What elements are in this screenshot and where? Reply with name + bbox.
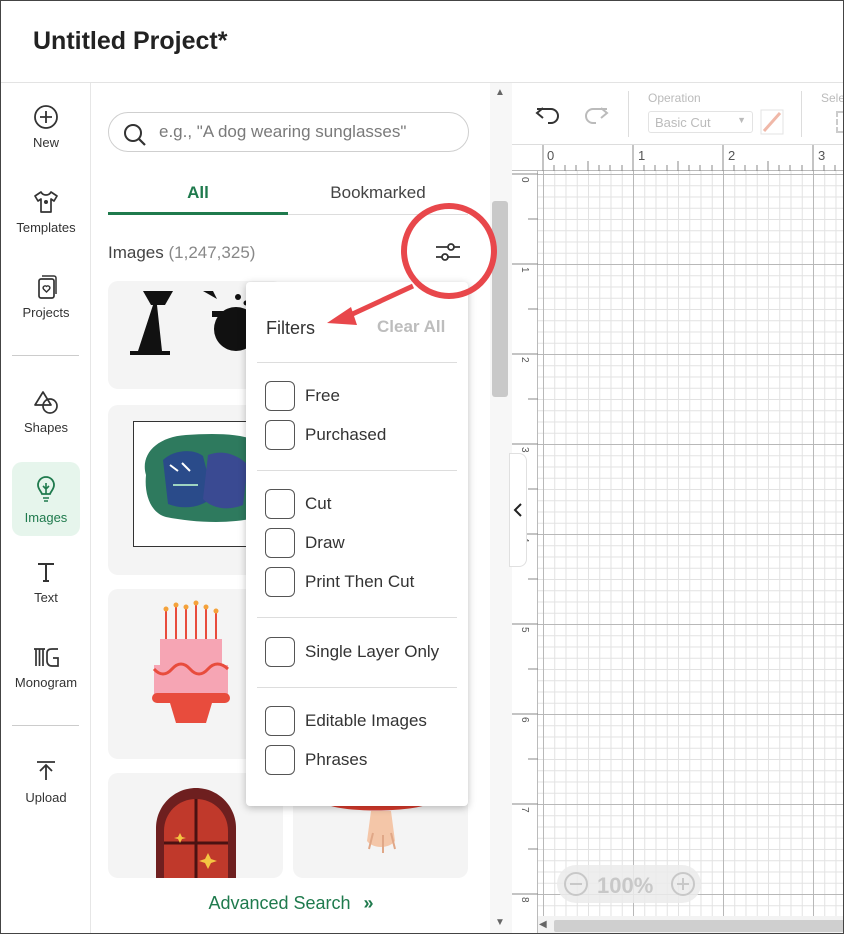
- checkbox[interactable]: [265, 381, 295, 411]
- filter-option-draw[interactable]: Draw: [265, 528, 465, 558]
- nav-label: Monogram: [14, 675, 78, 690]
- clear-all-button[interactable]: Clear All: [377, 317, 445, 337]
- scroll-down-arrow-icon[interactable]: ▼: [492, 917, 508, 928]
- images-label: Images: [108, 243, 164, 262]
- filters-divider: [257, 687, 457, 688]
- monogram-icon: [34, 648, 59, 667]
- images-count-label: Images (1,247,325): [108, 243, 255, 263]
- nav-label: Text: [34, 590, 58, 605]
- filter-option-label: Draw: [305, 533, 345, 552]
- tshirt-icon: [34, 191, 58, 213]
- nav-projects[interactable]: Projects: [12, 273, 80, 347]
- nav-upload[interactable]: Upload: [12, 758, 80, 832]
- filter-option-label: Free: [305, 386, 340, 405]
- nav-divider: [12, 355, 79, 356]
- tab-bookmarked[interactable]: Bookmarked: [288, 179, 468, 215]
- checkbox[interactable]: [265, 745, 295, 775]
- design-canvas-grid[interactable]: [538, 171, 843, 933]
- checkbox[interactable]: [265, 567, 295, 597]
- canvas-hscroll-thumb[interactable]: [554, 920, 843, 932]
- toolbar-divider: [628, 91, 629, 137]
- operation-value: Basic Cut: [655, 115, 711, 130]
- nav-label: Upload: [25, 790, 67, 805]
- filter-option-cut[interactable]: Cut: [265, 489, 465, 519]
- filter-option-label: Phrases: [305, 750, 368, 769]
- search-icon[interactable]: [122, 122, 148, 148]
- redo-icon[interactable]: [582, 103, 610, 127]
- plus-circle-icon: [34, 105, 58, 129]
- images-count: (1,247,325): [168, 243, 256, 262]
- top-bar: Untitled Project*: [1, 1, 843, 83]
- line-color-swatch-icon[interactable]: [760, 109, 784, 135]
- search-input[interactable]: [159, 121, 459, 143]
- select-all-icon[interactable]: [836, 111, 843, 133]
- advanced-search-link[interactable]: Advanced Search »: [91, 878, 491, 933]
- filter-option-label: Editable Images: [305, 711, 427, 730]
- zoom-level: 100%: [597, 873, 654, 898]
- filter-sliders-icon[interactable]: [435, 239, 461, 265]
- filter-option-print-then-cut[interactable]: Print Then Cut: [265, 567, 465, 597]
- app-window: Untitled Project* New Templates Projects…: [0, 0, 844, 934]
- filters-divider: [257, 617, 457, 618]
- checkbox[interactable]: [265, 420, 295, 450]
- scroll-up-arrow-icon[interactable]: ▲: [492, 87, 508, 98]
- filter-option-phrases[interactable]: Phrases: [265, 745, 465, 775]
- nav-label: Images: [24, 510, 68, 525]
- checkbox[interactable]: [265, 637, 295, 667]
- horizontal-ruler: 0 1 2 3: [512, 145, 843, 171]
- filter-option-label: Cut: [305, 494, 332, 513]
- filter-option-single-layer[interactable]: Single Layer Only: [265, 637, 465, 667]
- project-title[interactable]: Untitled Project*: [33, 27, 227, 56]
- nav-label: New: [32, 135, 59, 150]
- shapes-icon: [34, 391, 58, 414]
- chevron-left-icon: [513, 503, 522, 517]
- left-navigation: New Templates Projects Shapes Images Tex…: [1, 83, 91, 933]
- nav-label: Templates: [16, 220, 76, 235]
- checkbox[interactable]: [265, 706, 295, 736]
- filter-option-editable-images[interactable]: Editable Images: [265, 706, 465, 736]
- undo-icon[interactable]: [534, 103, 562, 127]
- advanced-search-label: Advanced Search: [208, 893, 351, 913]
- nav-text[interactable]: Text: [12, 558, 80, 632]
- projects-icon: [38, 275, 57, 299]
- text-icon: [38, 563, 54, 582]
- nav-monogram[interactable]: Monogram: [12, 643, 80, 717]
- operation-select[interactable]: Basic Cut ▼: [648, 111, 753, 133]
- ruler-ticks: [542, 145, 836, 171]
- scroll-left-arrow-icon[interactable]: ◀: [539, 919, 547, 930]
- select-all-label: Sele: [821, 91, 844, 105]
- checkbox[interactable]: [265, 528, 295, 558]
- collapse-panel-button[interactable]: [509, 453, 527, 567]
- upload-icon: [37, 761, 55, 780]
- canvas-toolbar: Operation Basic Cut ▼ Sele: [512, 83, 844, 145]
- nav-label: Projects: [22, 305, 70, 320]
- chevron-down-icon: ▼: [737, 115, 746, 125]
- nav-images[interactable]: Images: [12, 462, 80, 536]
- nav-shapes[interactable]: Shapes: [12, 388, 80, 462]
- tab-all[interactable]: All: [108, 179, 288, 215]
- zoom-out-icon[interactable]: [563, 871, 589, 897]
- filter-option-purchased[interactable]: Purchased: [265, 420, 465, 450]
- zoom-in-icon[interactable]: [670, 871, 696, 897]
- nav-label: Shapes: [23, 420, 69, 435]
- operation-label: Operation: [648, 91, 701, 105]
- double-chevron-right-icon: »: [363, 893, 374, 913]
- checkbox[interactable]: [265, 489, 295, 519]
- filters-title: Filters: [266, 318, 315, 338]
- nav-templates[interactable]: Templates: [12, 188, 80, 262]
- filter-option-label: Purchased: [305, 425, 387, 444]
- filters-divider: [257, 362, 457, 363]
- filters-divider: [257, 470, 457, 471]
- lightbulb-icon: [37, 476, 55, 502]
- nav-divider: [12, 725, 79, 726]
- toolbar-divider: [801, 91, 802, 137]
- filter-option-free[interactable]: Free: [265, 381, 465, 411]
- search-box: [108, 112, 469, 152]
- filters-dropdown: Filters Clear All Free Purchased Cut Dra…: [246, 282, 468, 806]
- filter-option-label: Single Layer Only: [305, 642, 440, 661]
- filter-option-label: Print Then Cut: [305, 572, 415, 591]
- nav-new[interactable]: New: [12, 103, 80, 177]
- panel-scroll-thumb[interactable]: [492, 201, 508, 397]
- zoom-control: 100%: [557, 865, 701, 903]
